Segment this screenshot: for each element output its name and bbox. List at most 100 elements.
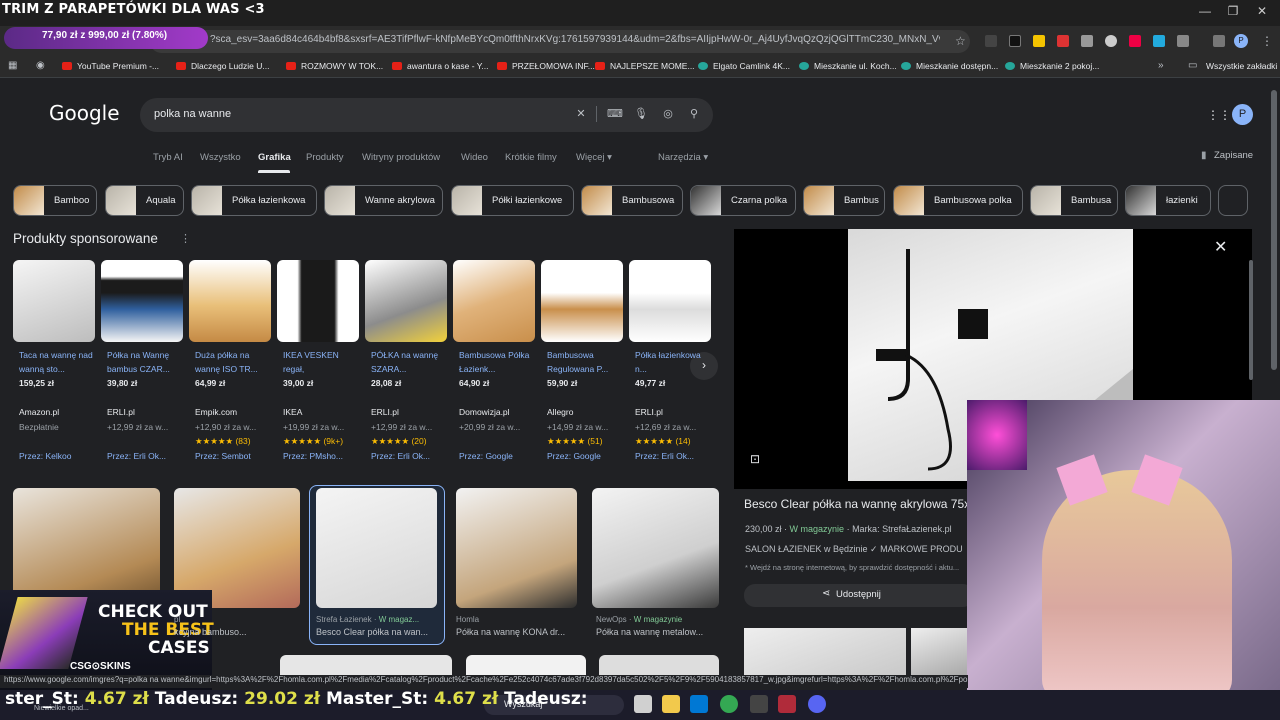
chip-wanne-akrylowa[interactable]: Wanne akrylowa: [324, 185, 443, 216]
image-title[interactable]: Besco Clear półka na wan...: [316, 627, 441, 637]
lens-icon[interactable]: ◎: [661, 107, 675, 121]
chip-łazienki[interactable]: łazienki: [1125, 185, 1211, 216]
product-name[interactable]: Bambusowa Półka Łazienk...: [459, 348, 535, 376]
bookmark-item[interactable]: YouTube Premium -...: [77, 61, 159, 71]
bookmark-item[interactable]: Dlaczego Ludzie U...: [191, 61, 269, 71]
product-name[interactable]: IKEA VESKEN regał,: [283, 348, 359, 376]
page-scrollbar[interactable]: [1271, 90, 1277, 370]
chip-czarna-polka[interactable]: Czarna polka: [690, 185, 796, 216]
extension-icon[interactable]: [985, 35, 997, 47]
chip-półki-łazienkowe[interactable]: Półki łazienkowe: [451, 185, 574, 216]
product-image[interactable]: [629, 260, 711, 342]
preview-scrollbar[interactable]: [1249, 260, 1253, 380]
search-query[interactable]: polka na wanne: [154, 108, 231, 120]
minimize-icon[interactable]: —: [1195, 4, 1215, 18]
product-card[interactable]: PÓŁKA na wannę SZARA... 28,08 zł ERLI.pl +1…: [365, 260, 447, 470]
chip-aquala[interactable]: Aquala: [105, 185, 184, 216]
media-icon[interactable]: [1213, 35, 1225, 47]
image-result[interactable]: [456, 488, 577, 608]
image-source[interactable]: pl: [174, 615, 180, 624]
file-explorer-icon[interactable]: [662, 695, 680, 713]
extension-icon[interactable]: [1081, 35, 1093, 47]
bookmark-item[interactable]: Mieszkanie 2 pokoj...: [1020, 61, 1099, 71]
image-source[interactable]: Homla: [456, 615, 479, 624]
product-card[interactable]: Bambusowa Półka Łazienk... 64,90 zł Domowi…: [453, 260, 535, 470]
tab-witryny-produktów[interactable]: Witryny produktów: [362, 152, 440, 163]
tab-produkty[interactable]: Produkty: [306, 152, 344, 163]
product-name[interactable]: Półka na Wannę bambus CZAR...: [107, 348, 183, 376]
product-image[interactable]: [277, 260, 359, 342]
shield-icon[interactable]: [1105, 35, 1117, 47]
store-icon[interactable]: [690, 695, 708, 713]
related-image[interactable]: [911, 628, 967, 675]
related-image[interactable]: [744, 628, 906, 675]
chrome-taskbar-icon[interactable]: [720, 695, 738, 713]
bookmark-item[interactable]: NAJLEPSZE MOME...: [610, 61, 695, 71]
bookmark-item[interactable]: PRZEŁOMOWA INF...: [512, 61, 595, 71]
image-source[interactable]: NewOps · W magazynie: [596, 615, 682, 624]
profile-avatar[interactable]: P: [1234, 34, 1248, 48]
microphone-icon[interactable]: 🎙: [634, 107, 648, 121]
tab-krótkie-filmy[interactable]: Krótkie filmy: [505, 152, 557, 163]
bookmark-item[interactable]: Elgato Camlink 4K...: [713, 61, 790, 71]
chip-bambusa[interactable]: Bambusa: [1030, 185, 1118, 216]
discord-icon[interactable]: [808, 695, 826, 713]
tab-tryb-ai[interactable]: Tryb AI: [153, 152, 183, 163]
search-icon[interactable]: ⚲: [687, 107, 701, 121]
chip-bambusowa[interactable]: Bambusowa: [581, 185, 683, 216]
product-card[interactable]: Duża półka na wannę ISO TR... 64,99 zł Emp…: [189, 260, 271, 470]
product-card[interactable]: Półka na Wannę bambus CZAR... 39,80 zł ERL…: [101, 260, 183, 470]
bookmark-star-icon[interactable]: ☆: [955, 34, 966, 48]
preview-title[interactable]: Besco Clear półka na wannę akrylowa 75x: [744, 497, 970, 511]
image-result[interactable]: [599, 655, 719, 675]
more-options-icon[interactable]: ⋮: [180, 232, 191, 245]
image-result[interactable]: [316, 488, 437, 608]
saved-link[interactable]: Zapisane: [1214, 150, 1253, 161]
product-image[interactable]: [189, 260, 271, 342]
google-logo[interactable]: Google: [49, 101, 120, 125]
image-result[interactable]: [280, 655, 452, 675]
product-name[interactable]: Półka łazienkowa n...: [635, 348, 711, 376]
all-bookmarks-link[interactable]: Wszystkie zakładki: [1206, 61, 1277, 71]
product-via[interactable]: Przez: Erli Ok...: [371, 451, 430, 461]
clear-search-icon[interactable]: ✕: [574, 107, 588, 121]
keyboard-icon[interactable]: ⌨: [607, 107, 623, 121]
chrome-icon[interactable]: ◉: [36, 60, 45, 71]
bookmark-item[interactable]: awantura o kase - Y...: [407, 61, 488, 71]
close-window-icon[interactable]: ✕: [1252, 4, 1272, 18]
product-image[interactable]: [541, 260, 623, 342]
extension-icon[interactable]: [1129, 35, 1141, 47]
extension-icon[interactable]: [1153, 35, 1165, 47]
product-image[interactable]: [13, 260, 95, 342]
lens-icon[interactable]: ⊡: [750, 452, 760, 466]
chip-bamboo[interactable]: Bamboo: [13, 185, 97, 216]
obs-icon[interactable]: [750, 695, 768, 713]
image-source[interactable]: Strefa Łazienek · W magaz...: [316, 615, 419, 624]
account-avatar[interactable]: P: [1232, 104, 1253, 125]
product-via[interactable]: Przez: Google: [459, 451, 513, 461]
tab-więcej[interactable]: Więcej ▾: [576, 152, 612, 163]
product-card[interactable]: Taca na wannę nad wanną sto... 159,25 zł A…: [13, 260, 95, 470]
product-name[interactable]: Bambusowa Regulowana P...: [547, 348, 623, 376]
product-via[interactable]: Przez: Erli Ok...: [635, 451, 694, 461]
chip-półka-łazienkowa[interactable]: Półka łazienkowa: [191, 185, 317, 216]
app-icon[interactable]: [778, 695, 796, 713]
restore-icon[interactable]: ❐: [1223, 4, 1243, 18]
product-name[interactable]: Duża półka na wannę ISO TR...: [195, 348, 271, 376]
extension-icon[interactable]: [1009, 35, 1021, 47]
tab-wideo[interactable]: Wideo: [461, 152, 488, 163]
google-apps-icon[interactable]: ⋮⋮: [1207, 108, 1231, 122]
product-card[interactable]: Bambusowa Regulowana P... 59,90 zł Allegro…: [541, 260, 623, 470]
apps-grid-icon[interactable]: ▦: [8, 60, 17, 71]
adblock-icon[interactable]: [1057, 35, 1069, 47]
tab-narzędzia[interactable]: Narzędzia ▾: [658, 152, 708, 163]
product-image[interactable]: [101, 260, 183, 342]
product-via[interactable]: Przez: Sembot: [195, 451, 251, 461]
extension-icon[interactable]: [1033, 35, 1045, 47]
product-name[interactable]: Taca na wannę nad wanną sto...: [19, 348, 95, 376]
bookmark-item[interactable]: ROZMOWY W TOK...: [301, 61, 383, 71]
task-view-icon[interactable]: [634, 695, 652, 713]
product-via[interactable]: Przez: PMsho...: [283, 451, 343, 461]
product-image[interactable]: [365, 260, 447, 342]
product-via[interactable]: Przez: Erli Ok...: [107, 451, 166, 461]
